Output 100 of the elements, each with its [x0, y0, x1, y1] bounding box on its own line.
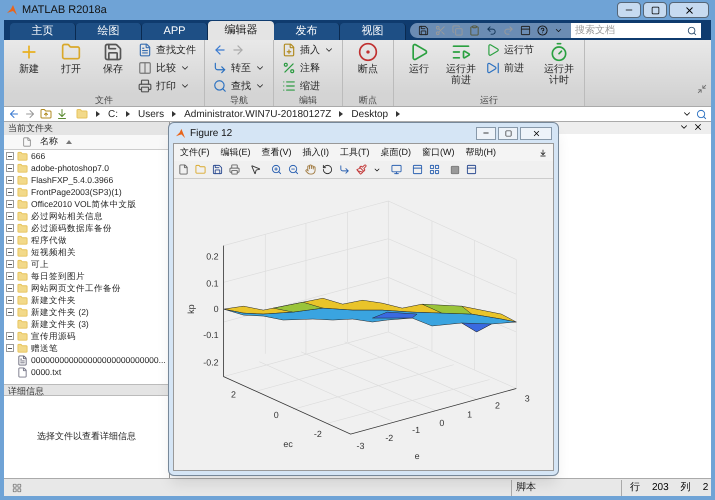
- ribbon-tab[interactable]: 发布: [274, 23, 340, 40]
- ribbon-button[interactable]: 断点: [351, 40, 385, 94]
- file-name[interactable]: 短视频相关: [31, 246, 76, 258]
- search-icon[interactable]: [687, 23, 701, 38]
- menu-item[interactable]: 插入(I): [302, 146, 329, 160]
- path-segment[interactable]: Users: [138, 106, 164, 122]
- search-field[interactable]: 搜索文档: [571, 23, 687, 38]
- ribbon-button[interactable]: 运行并前进: [444, 40, 478, 94]
- menu-item[interactable]: 查看(V): [262, 146, 292, 160]
- zoom-out-icon[interactable]: [288, 164, 299, 175]
- ribbon-tab[interactable]: 编辑器: [208, 21, 274, 40]
- file-name[interactable]: 可上: [31, 258, 49, 270]
- ribbon-button[interactable]: 缩进: [282, 78, 334, 94]
- path-segment[interactable]: C:: [108, 106, 118, 122]
- expand-toggle-icon[interactable]: [6, 296, 14, 304]
- close-icon[interactable]: [693, 122, 703, 132]
- menu-item[interactable]: 编辑(E): [220, 146, 250, 160]
- help-icon[interactable]: [537, 25, 548, 36]
- ribbon-button[interactable]: 运行并计时: [542, 40, 576, 94]
- expand-toggle-icon[interactable]: [6, 272, 14, 280]
- column-header[interactable]: 名称: [4, 135, 169, 150]
- path-segment[interactable]: Administrator.WIN7U-20180127Z: [184, 106, 332, 122]
- brush-icon[interactable]: [356, 164, 367, 175]
- new-file-icon[interactable]: [178, 164, 189, 175]
- expand-toggle-icon[interactable]: [6, 176, 14, 184]
- print-icon[interactable]: [229, 164, 240, 175]
- back-icon[interactable]: [213, 43, 227, 57]
- expand-toggle-icon[interactable]: [6, 212, 14, 220]
- file-name[interactable]: adobe-photoshop7.0: [31, 162, 109, 174]
- expand-toggle-icon[interactable]: [6, 188, 14, 196]
- search-icon[interactable]: [696, 108, 707, 120]
- file-name[interactable]: 新建文件夹 (2): [31, 306, 89, 318]
- ribbon-group-label: 运行: [394, 94, 584, 106]
- ribbon-button[interactable]: 转至: [213, 60, 265, 76]
- ribbon-button[interactable]: 插入: [282, 42, 334, 58]
- column-number: 2: [702, 481, 708, 495]
- ribbon-tab[interactable]: 视图: [340, 23, 406, 40]
- ribbon-button[interactable]: 打印: [138, 78, 196, 94]
- file-name[interactable]: 每日签到图片: [31, 270, 85, 282]
- file-name[interactable]: 必过源码数据库备份: [31, 222, 112, 234]
- pointer-icon[interactable]: [250, 164, 261, 175]
- expand-toggle-icon[interactable]: [6, 260, 14, 268]
- file-name[interactable]: 新建文件夹 (3): [31, 318, 89, 330]
- ribbon-tab[interactable]: 绘图: [76, 23, 142, 40]
- back-icon[interactable]: [8, 108, 20, 120]
- expand-toggle-icon[interactable]: [6, 344, 14, 352]
- grip-icon[interactable]: [12, 482, 22, 492]
- ribbon-button[interactable]: 查找文件: [138, 42, 196, 58]
- menu-item[interactable]: 文件(F): [180, 146, 210, 160]
- expand-toggle-icon[interactable]: [6, 200, 14, 208]
- file-name[interactable]: FrontPage2003(SP3)(1): [31, 186, 122, 198]
- file-name[interactable]: 网站网页文件工作备份: [31, 282, 121, 294]
- undo-icon[interactable]: [486, 25, 497, 36]
- path-segment[interactable]: Desktop: [351, 106, 388, 122]
- file-name[interactable]: Office2010 VOL简体中文版: [31, 198, 136, 210]
- menu-item[interactable]: 工具(T): [340, 146, 370, 160]
- expand-toggle-icon[interactable]: [6, 164, 14, 172]
- ribbon-button[interactable]: 运行: [402, 40, 436, 94]
- file-name[interactable]: FlashFXP_5.4.0.3966: [31, 174, 114, 186]
- expand-toggle-icon[interactable]: [6, 248, 14, 256]
- expand-toggle-icon[interactable]: [6, 284, 14, 292]
- file-name[interactable]: 0000.txt: [31, 366, 62, 378]
- ribbon-button[interactable]: 保存: [96, 40, 130, 94]
- expand-toggle-icon[interactable]: [6, 236, 14, 244]
- hand-icon[interactable]: [305, 164, 316, 175]
- expand-toggle-icon[interactable]: [6, 332, 14, 340]
- expand-toggle-icon[interactable]: [6, 308, 14, 316]
- zoom-in-icon[interactable]: [271, 164, 282, 175]
- file-name[interactable]: 必过网站相关信息: [31, 210, 103, 222]
- ribbon-button[interactable]: 查找: [213, 78, 265, 94]
- folder-up-icon[interactable]: [40, 108, 52, 120]
- minimize-button[interactable]: [617, 2, 641, 18]
- file-name[interactable]: 宣传用源码: [31, 330, 76, 342]
- expand-toggle-icon[interactable]: [6, 224, 14, 232]
- ribbon-button[interactable]: 比较: [138, 60, 196, 76]
- collapse-icon[interactable]: [697, 84, 707, 94]
- ribbon-tab[interactable]: 主页: [10, 23, 76, 40]
- expand-toggle-icon[interactable]: [6, 152, 14, 160]
- save-icon[interactable]: [212, 164, 223, 175]
- save-icon[interactable]: [418, 25, 429, 36]
- menu-item[interactable]: 桌面(D): [380, 146, 411, 160]
- ribbon-button[interactable]: 注释: [282, 60, 334, 76]
- forward-icon[interactable]: [24, 108, 36, 120]
- file-name[interactable]: 赠送笔: [31, 342, 58, 354]
- ribbon-button[interactable]: 运行节: [486, 42, 534, 58]
- file-name[interactable]: 新建文件夹: [31, 294, 76, 306]
- rotate-icon[interactable]: [322, 164, 333, 175]
- file-name[interactable]: 程序代做: [31, 234, 67, 246]
- window-icon[interactable]: [520, 25, 531, 36]
- ribbon-button[interactable]: 前进: [486, 60, 534, 76]
- ribbon-tab[interactable]: APP: [142, 23, 208, 40]
- maximize-button[interactable]: [643, 2, 667, 18]
- ribbon-button[interactable]: 打开: [54, 40, 88, 94]
- close-button[interactable]: [669, 2, 709, 18]
- file-name[interactable]: 000000000000000000000000000...: [31, 354, 166, 366]
- menu-item[interactable]: 帮助(H): [466, 146, 496, 160]
- menu-item[interactable]: 窗口(W): [422, 146, 454, 160]
- file-name[interactable]: 666: [31, 150, 46, 162]
- ribbon-button[interactable]: 新建: [12, 40, 46, 94]
- maximize-button[interactable]: [498, 126, 518, 140]
